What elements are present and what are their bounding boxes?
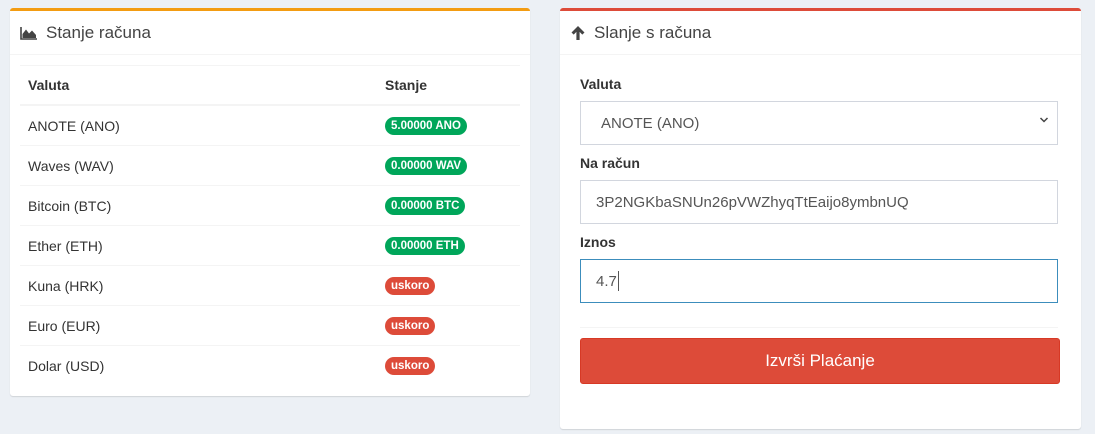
account-input-value: 3P2NGKbaSNUn26pVWZhyqTtEaijo8ymbnUQ [596,193,909,211]
balance-table: Valuta Stanje ANOTE (ANO) 5.00000 ANO Wa… [20,65,520,385]
currency-select-value: ANOTE (ANO) [601,114,700,132]
currency-label: Valuta [580,76,622,92]
table-row: Waves (WAV) 0.00000 WAV [20,145,520,186]
currency-name: ANOTE (ANO) [20,104,377,146]
currency-name: Kuna (HRK) [20,265,377,306]
currency-name: Bitcoin (BTC) [20,185,377,226]
chevron-down-icon [1039,114,1049,128]
form-divider [580,327,1058,328]
table-header-row: Valuta Stanje [20,65,520,106]
balance-badge: 5.00000 ANO [385,117,467,135]
column-header-currency: Valuta [20,65,377,106]
balance-badge: 0.00000 BTC [385,197,466,215]
balance-panel-header: Stanje računa [10,11,530,55]
arrow-up-icon [570,25,586,41]
text-caret [617,271,619,291]
table-row: Euro (EUR) uskoro [20,305,520,346]
coming-soon-badge: uskoro [385,317,436,335]
coming-soon-badge: uskoro [385,277,436,295]
balance-badge: 0.00000 ETH [385,237,465,255]
send-form: Valuta ANOTE (ANO) Na račun 3P2NGKbaSNUn… [560,55,1081,384]
coming-soon-badge: uskoro [385,357,436,375]
table-row: Dolar (USD) uskoro [20,345,520,385]
currency-name: Euro (EUR) [20,305,377,346]
table-row: Kuna (HRK) uskoro [20,265,520,306]
balance-panel: Stanje računa Valuta Stanje ANOTE (ANO) … [10,8,530,396]
currency-name: Dolar (USD) [20,345,377,385]
amount-input-value: 4.7 [596,272,617,290]
table-row: ANOTE (ANO) 5.00000 ANO [20,104,520,146]
currency-name: Ether (ETH) [20,225,377,266]
account-label: Na račun [580,155,640,171]
table-row: Ether (ETH) 0.00000 ETH [20,225,520,266]
table-row: Bitcoin (BTC) 0.00000 BTC [20,185,520,226]
send-panel: Slanje s računa Valuta ANOTE (ANO) Na ra… [560,8,1081,429]
balance-badge: 0.00000 WAV [385,157,468,175]
currency-select[interactable]: ANOTE (ANO) [580,101,1058,145]
send-panel-title: Slanje s računa [594,22,712,42]
area-chart-icon [20,26,38,40]
submit-payment-label: Izvrši Plaćanje [765,351,875,370]
amount-input[interactable]: 4.7 [580,259,1058,303]
amount-label: Iznos [580,234,616,250]
account-input[interactable]: 3P2NGKbaSNUn26pVWZhyqTtEaijo8ymbnUQ [580,180,1058,224]
balance-panel-title: Stanje računa [46,22,151,42]
column-header-balance: Stanje [377,65,520,106]
send-panel-header: Slanje s računa [560,11,1081,55]
currency-name: Waves (WAV) [20,145,377,186]
submit-payment-button[interactable]: Izvrši Plaćanje [580,338,1060,384]
